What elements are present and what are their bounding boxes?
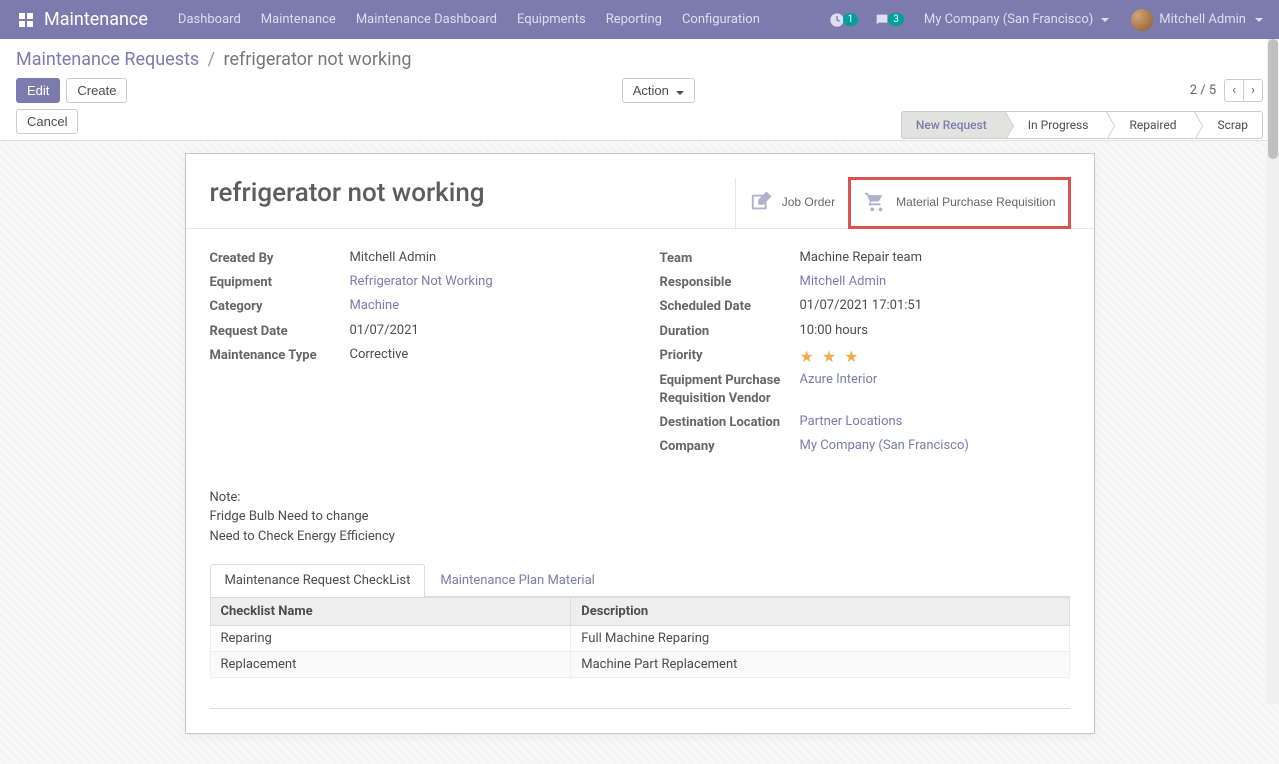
note-line2: Need to Check Energy Efficiency [210,527,1070,547]
value-responsible[interactable]: Mitchell Admin [800,274,887,289]
button-box: Job Order Material Purchase Requisition [735,178,1070,228]
cell-name: Replacement [210,652,571,678]
value-request-date: 01/07/2021 [350,323,419,338]
cancel-button[interactable]: Cancel [16,109,78,134]
control-panel: Maintenance Requests / refrigerator not … [0,39,1279,141]
create-button[interactable]: Create [66,78,127,103]
material-requisition-button[interactable]: Material Purchase Requisition [849,178,1069,228]
scrollbar-thumb[interactable] [1268,39,1278,159]
cell-desc: Full Machine Reparing [571,626,1069,652]
left-column: Created ByMitchell Admin EquipmentRefrig… [210,247,620,460]
label-company: Company [660,438,800,456]
note-section: Note: Fridge Bulb Need to change Need to… [210,488,1070,547]
breadcrumb-separator: / [208,49,215,70]
label-scheduled-date: Scheduled Date [660,298,800,316]
table-row[interactable]: Replacement Machine Part Replacement [210,652,1069,678]
nav-maintenance-dashboard[interactable]: Maintenance Dashboard [346,2,507,37]
statusbar: New Request In Progress Repaired Scrap [902,111,1263,139]
apps-icon[interactable] [16,10,36,30]
activity-count: 1 [843,13,859,26]
material-requisition-label: Material Purchase Requisition [896,195,1055,211]
label-priority: Priority [660,347,800,365]
value-category[interactable]: Machine [350,298,400,313]
label-duration: Duration [660,323,800,341]
note-line1: Fridge Bulb Need to change [210,507,1070,527]
value-equipment[interactable]: Refrigerator Not Working [350,274,493,289]
nav-menu: Dashboard Maintenance Maintenance Dashbo… [168,2,823,37]
content-area: refrigerator not working Job Order Mater… [0,141,1279,764]
breadcrumb-active: refrigerator not working [224,49,412,70]
note-label: Note: [210,488,1070,508]
value-duration: 10:00 hours [800,323,868,338]
breadcrumb-parent[interactable]: Maintenance Requests [16,49,199,70]
shopping-cart-icon [864,191,886,216]
value-created-by: Mitchell Admin [350,250,437,265]
caret-down-icon [1255,18,1263,22]
company-name: My Company (San Francisco) [924,12,1093,27]
job-order-label: Job Order [782,195,835,211]
caret-down-icon [1101,18,1109,22]
th-checklist-name: Checklist Name [210,598,571,626]
table-row[interactable]: Reparing Full Machine Reparing [210,626,1069,652]
status-in-progress[interactable]: In Progress [1005,111,1108,139]
value-destination[interactable]: Partner Locations [800,414,903,429]
label-category: Category [210,298,350,316]
user-menu[interactable]: Mitchell Admin [1123,9,1271,31]
label-responsible: Responsible [660,274,800,292]
cell-desc: Machine Part Replacement [571,652,1069,678]
avatar [1131,9,1153,31]
checklist-table: Checklist Name Description Reparing Full… [210,597,1070,678]
value-company[interactable]: My Company (San Francisco) [800,438,969,453]
tabs: Maintenance Request CheckList Maintenanc… [210,564,1070,597]
label-destination: Destination Location [660,414,800,432]
edit-button[interactable]: Edit [16,78,60,103]
activity-icon[interactable]: 1 [823,8,865,32]
nav-reporting[interactable]: Reporting [596,2,672,37]
value-vendor[interactable]: Azure Interior [800,372,878,387]
value-team: Machine Repair team [800,250,923,265]
table-footer-separator [210,708,1070,709]
scrollbar-track[interactable] [1267,39,1279,704]
record-title: refrigerator not working [210,178,735,228]
pager-prev-button[interactable]: ‹ [1224,79,1244,102]
user-name: Mitchell Admin [1159,12,1246,27]
breadcrumb: Maintenance Requests / refrigerator not … [16,49,1263,70]
label-equipment: Equipment [210,274,350,292]
label-created-by: Created By [210,250,350,268]
pager-next-button[interactable]: › [1244,79,1263,102]
action-dropdown[interactable]: Action [622,78,696,103]
value-scheduled-date: 01/07/2021 17:01:51 [800,298,923,313]
value-maintenance-type: Corrective [350,347,409,362]
nav-equipments[interactable]: Equipments [507,2,596,37]
discuss-icon[interactable]: 3 [868,8,910,32]
cell-name: Reparing [210,626,571,652]
nav-configuration[interactable]: Configuration [672,2,770,37]
label-maintenance-type: Maintenance Type [210,347,350,365]
navbar-right: 1 3 My Company (San Francisco) Mitchell … [823,8,1271,32]
pager-text: 2 / 5 [1190,83,1216,98]
nav-maintenance[interactable]: Maintenance [251,2,346,37]
discuss-count: 3 [888,13,904,26]
label-team: Team [660,250,800,268]
label-request-date: Request Date [210,323,350,341]
value-priority-stars[interactable]: ★ ★ ★ [800,347,861,366]
caret-down-icon [676,91,684,95]
tab-checklist[interactable]: Maintenance Request CheckList [210,564,426,597]
status-new-request[interactable]: New Request [901,111,1006,139]
nav-dashboard[interactable]: Dashboard [168,2,251,37]
top-navbar: Maintenance Dashboard Maintenance Mainte… [0,0,1279,39]
status-scrap[interactable]: Scrap [1194,111,1263,139]
right-column: TeamMachine Repair team ResponsibleMitch… [660,247,1070,460]
status-repaired[interactable]: Repaired [1106,111,1195,139]
label-vendor: Equipment Purchase Requisition Vendor [660,372,800,408]
job-order-button[interactable]: Job Order [735,178,849,228]
pencil-square-icon [750,191,772,216]
tab-plan-material[interactable]: Maintenance Plan Material [425,564,609,596]
company-selector[interactable]: My Company (San Francisco) [914,12,1119,27]
form-sheet: refrigerator not working Job Order Mater… [185,153,1095,734]
th-description: Description [571,598,1069,626]
brand-name[interactable]: Maintenance [44,9,148,30]
